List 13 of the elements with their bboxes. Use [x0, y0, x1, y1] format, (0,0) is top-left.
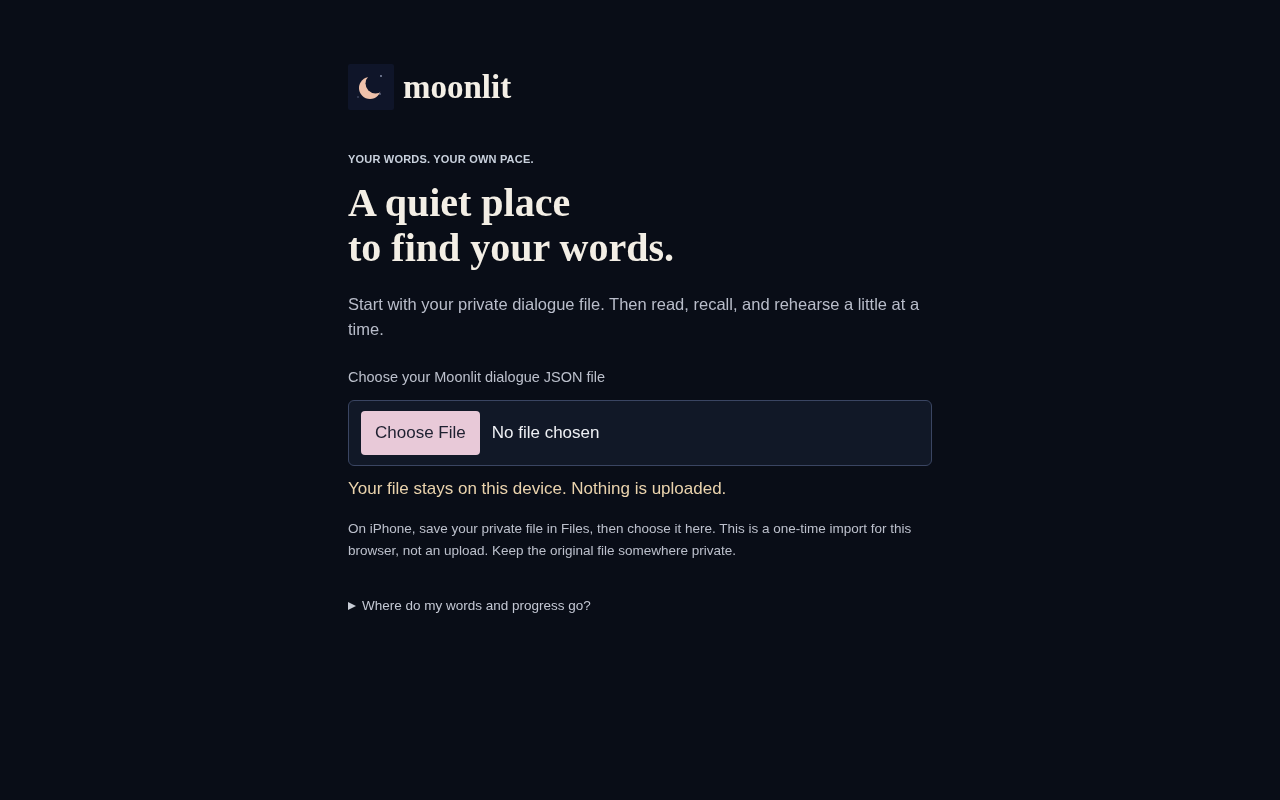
file-field-label: Choose your Moonlit dialogue JSON file — [348, 368, 607, 387]
crescent-moon-icon — [348, 64, 394, 110]
privacy-notice: Your file stays on this device. Nothing is uploaded. — [348, 478, 728, 500]
eyebrow-text: YOUR WORDS. YOUR OWN PACE. — [348, 152, 535, 166]
intro-paragraph: Start with your private dialogue file. Then read, recall, and rehearse a little at a time. — [348, 294, 921, 340]
choose-file-button[interactable]: Choose File — [361, 411, 480, 455]
file-status-text: No file chosen — [491, 423, 600, 443]
details-summary-link[interactable]: Where do my words and progress go? — [362, 596, 591, 616]
disclosure-triangle-icon[interactable] — [348, 602, 356, 610]
file-input-field[interactable]: Choose File No file chosen — [348, 400, 932, 466]
help-text: On iPhone, save your private file in Files, then choose it here. This is a one-time import for this browser, not an upload. Keep the original file somewhere private. — [348, 520, 913, 560]
brand-name: moonlit — [403, 68, 512, 107]
headline: A quiet place to find your words. — [348, 180, 675, 270]
